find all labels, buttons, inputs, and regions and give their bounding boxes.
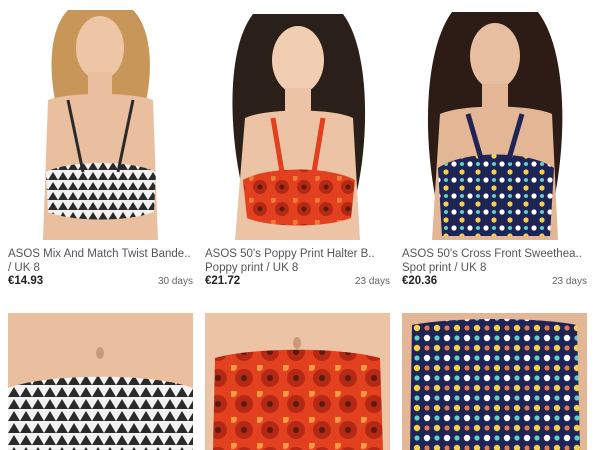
product-price: €14.93 <box>8 275 44 287</box>
model-photo <box>402 0 587 240</box>
product-variant: / UK 8 <box>8 262 40 274</box>
product-age: 23 days <box>354 276 390 287</box>
product-variant: Poppy print / UK 8 <box>205 262 299 274</box>
product-price: €20.36 <box>402 275 438 287</box>
model-photo <box>205 313 390 450</box>
product-title[interactable]: ASOS Mix And Match Twist Bande.. / UK 8 <box>8 247 193 275</box>
product-image[interactable] <box>8 0 193 240</box>
product-title-line1: ASOS 50's Poppy Print Halter B.. <box>205 248 375 260</box>
product-image[interactable] <box>205 0 390 240</box>
product-variant: Spot print / UK 8 <box>402 262 487 274</box>
product-image[interactable] <box>8 313 193 450</box>
product-title-line1: ASOS 50's Cross Front Sweethea.. <box>402 248 582 260</box>
product-age: 30 days <box>157 276 193 287</box>
model-photo <box>8 0 193 240</box>
product-title-line1: ASOS Mix And Match Twist Bande.. <box>8 248 191 260</box>
product-title[interactable]: ASOS 50's Poppy Print Halter B.. Poppy p… <box>205 247 390 275</box>
model-photo <box>8 313 193 450</box>
product-image[interactable] <box>402 313 587 450</box>
product-title[interactable]: ASOS 50's Cross Front Sweethea.. Spot pr… <box>402 247 587 275</box>
product-image[interactable] <box>402 0 587 240</box>
product-age: 23 days <box>551 276 587 287</box>
model-photo <box>402 313 587 450</box>
model-photo <box>205 0 390 240</box>
product-image[interactable] <box>205 313 390 450</box>
product-price: €21.72 <box>205 275 241 287</box>
